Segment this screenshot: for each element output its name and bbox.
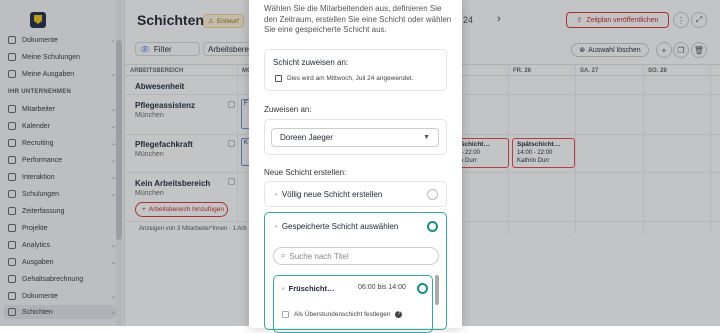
assignee-select[interactable]: Doreen Jaeger ▼ <box>271 128 439 147</box>
radio-saved-shift-item[interactable] <box>417 283 428 294</box>
saved-shift-card[interactable]: • Früschicht… 06:00 bis 14:00 Als Überstu… <box>273 275 433 333</box>
assign-info-label: Schicht zuweisen an: <box>273 58 349 67</box>
saved-list-scrollbar[interactable] <box>435 275 439 305</box>
search-input[interactable]: ⌕ Suche nach Titel <box>273 247 439 265</box>
bullet-icon: • <box>282 284 285 293</box>
assign-info-box: Schicht zuweisen an: Dies wird am Mittwo… <box>264 49 447 91</box>
new-shift-label: Neue Schicht erstellen: <box>264 168 347 177</box>
bullet-icon: • <box>275 222 278 231</box>
option-new-shift[interactable]: • Völlig neue Schicht erstellen <box>264 181 447 207</box>
saved-shift-time: 06:00 bis 14:00 <box>358 284 406 291</box>
search-icon: ⌕ <box>281 251 286 260</box>
radio-new-shift[interactable] <box>427 188 438 200</box>
dialog-intro-text: Wählen Sie die Mitarbeitenden aus, defin… <box>264 4 452 34</box>
option-saved-shift[interactable]: • Gespeicherte Schicht auswählen ⌕ Suche n… <box>264 212 447 333</box>
help-icon[interactable]: ? <box>395 311 403 318</box>
caret-down-icon: ▼ <box>423 134 430 141</box>
assign-info-text: Dies wird am Mittwoch, Juli 24 angewende… <box>287 75 414 82</box>
calendar-icon <box>275 75 282 82</box>
bullet-icon: • <box>275 189 278 199</box>
radio-saved-shift[interactable] <box>427 221 438 232</box>
overtime-label: Als Überstundenschicht festlegen <box>294 311 391 318</box>
overtime-checkbox[interactable] <box>282 311 289 318</box>
assign-to-label: Zuweisen an: <box>264 105 312 114</box>
assign-shift-dialog: Wählen Sie die Mitarbeitenden aus, defin… <box>249 0 462 333</box>
assignee-box: Doreen Jaeger ▼ <box>264 119 447 155</box>
